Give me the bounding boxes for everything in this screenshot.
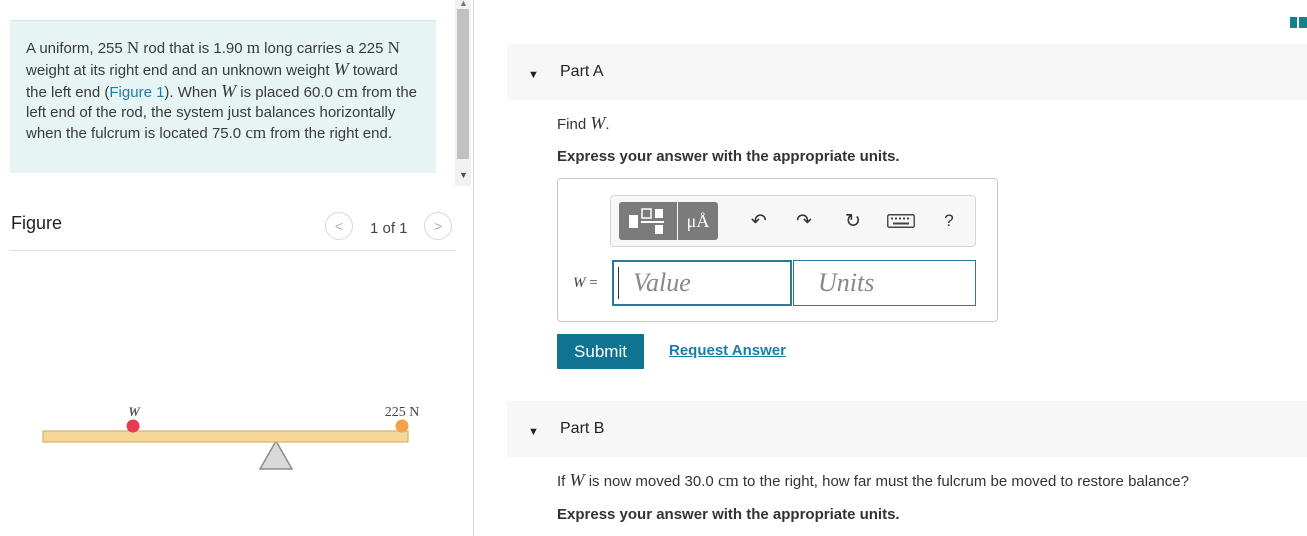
answer-variable: W [573, 275, 586, 291]
redo-icon[interactable]: ↷ [792, 206, 816, 236]
question-text: If [557, 473, 566, 490]
problem-text: 225 [358, 40, 384, 57]
scroll-down-arrow-icon[interactable]: ▼ [459, 170, 468, 180]
unit-cm: cm [245, 123, 267, 142]
text-cursor [618, 267, 619, 299]
problem-text: from the right end. [270, 125, 392, 142]
book-icon[interactable] [1290, 16, 1307, 29]
math-toolbar: μÅ ↶ ↷ ↻ ? [610, 195, 976, 247]
help-button[interactable]: ? [937, 206, 961, 236]
variable-w: W [590, 113, 606, 133]
collapse-caret-icon[interactable]: ▼ [528, 426, 539, 438]
unit-meter: m [246, 38, 260, 57]
problem-text: 75.0 [211, 125, 242, 142]
units-button[interactable]: μÅ [678, 202, 718, 240]
part-a-header[interactable]: ▼ Part A [507, 44, 1307, 100]
seesaw-diagram: W 225 N [42, 404, 420, 470]
collapse-caret-icon[interactable]: ▼ [528, 69, 539, 81]
unit-newton: N [126, 38, 140, 57]
scroll-up-arrow-icon[interactable]: ▲ [459, 0, 468, 8]
unit-newton: N [387, 38, 400, 57]
previous-figure-button[interactable]: < [325, 212, 353, 240]
problem-statement: A uniform, 255 N rod that is 1.90 m long… [10, 20, 436, 173]
keyboard-button[interactable] [883, 206, 919, 236]
problem-text: ). When [164, 84, 217, 101]
part-a-title: Part A [560, 63, 604, 80]
figure-separator [10, 250, 456, 251]
problem-text: is placed [240, 84, 300, 101]
load-weight-ball [395, 419, 409, 433]
problem-scrollbar[interactable]: ▲ ▼ [455, 0, 471, 186]
units-input[interactable] [793, 260, 976, 306]
equals-sign: = [589, 275, 598, 291]
part-b-question: If W is now moved 30.0 cm to the right, … [557, 470, 1189, 491]
part-a-instruction: Express your answer with the appropriate… [557, 148, 900, 165]
diagram-label-w: W [128, 404, 141, 419]
unit-cm: cm [337, 82, 358, 101]
variable-w: W [569, 470, 585, 490]
chevron-right-icon: > [433, 218, 443, 234]
templates-icon [629, 208, 664, 234]
part-b-instruction: Express your answer with the appropriate… [557, 506, 900, 523]
problem-text: weight at its right end and an unknown w… [26, 62, 330, 79]
find-prompt: Find W. [557, 113, 610, 134]
submit-button[interactable]: Submit [557, 334, 644, 369]
scrollbar-thumb[interactable] [457, 9, 469, 159]
find-label: Find [557, 116, 587, 133]
pane-divider[interactable] [473, 0, 474, 536]
value-input[interactable] [612, 260, 792, 306]
problem-text: 60.0 [303, 84, 333, 101]
problem-text: long carries a [264, 40, 355, 57]
request-answer-link[interactable]: Request Answer [669, 342, 786, 359]
answer-box: μÅ ↶ ↷ ↻ ? W = [557, 178, 998, 322]
part-b-title: Part B [560, 420, 605, 437]
part-b-header[interactable]: ▼ Part B [507, 401, 1307, 457]
answer-label: W = [573, 275, 598, 292]
diagram-label-load: 225 N [385, 405, 420, 420]
find-period: . [605, 116, 610, 133]
fulcrum-triangle [258, 439, 294, 470]
undo-icon[interactable]: ↶ [747, 206, 771, 236]
figure-counter: 1 of 1 [370, 220, 408, 237]
keyboard-icon [887, 214, 915, 228]
problem-text: rod that is 1.90 [143, 40, 243, 57]
unit-cm: cm [717, 471, 739, 490]
question-text: to the right, how far must the fulcrum b… [742, 473, 1189, 490]
rod [42, 430, 409, 443]
variable-w: W [221, 81, 237, 101]
variable-w: W [333, 59, 349, 79]
unknown-weight-ball [126, 419, 140, 433]
next-figure-button[interactable]: > [424, 212, 452, 240]
question-text: is now moved 30.0 [588, 473, 714, 490]
figure-link[interactable]: Figure 1 [109, 84, 164, 101]
chevron-left-icon: < [334, 218, 344, 234]
problem-text: A uniform, 255 [26, 40, 123, 57]
figure-title: Figure [11, 213, 63, 233]
templates-button[interactable] [619, 202, 677, 240]
reset-icon[interactable]: ↻ [839, 206, 867, 236]
